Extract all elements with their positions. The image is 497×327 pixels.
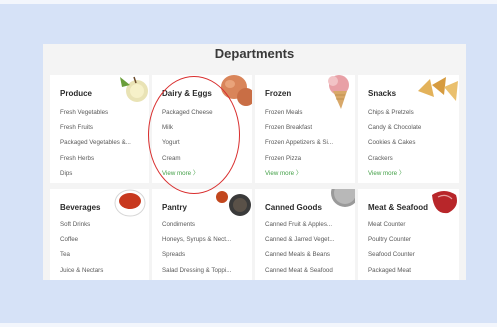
department-title[interactable]: Produce	[60, 89, 92, 98]
list-item[interactable]: Juice & Nectars	[60, 266, 103, 280]
list-item[interactable]: Packaged Vegetables &...	[60, 138, 131, 153]
spice-jar-icon	[216, 191, 251, 216]
view-more-link[interactable]: View more 〉	[368, 169, 421, 183]
department-list: Soft Drinks Coffee Tea Juice & Nectars	[60, 220, 103, 280]
ice-cream-icon	[328, 75, 349, 109]
chips-icon	[418, 77, 458, 101]
list-item[interactable]: Spreads	[162, 250, 231, 265]
tea-cup-icon	[114, 189, 146, 217]
list-item[interactable]: Frozen Breakfast	[265, 123, 333, 138]
department-title[interactable]: Frozen	[265, 89, 291, 98]
list-item[interactable]: Canned Fruit & Apples...	[265, 220, 334, 235]
list-item[interactable]: Candy & Chocolate	[368, 123, 421, 138]
list-item[interactable]: Honeys, Syrups & Nect...	[162, 235, 231, 250]
department-title[interactable]: Canned Goods	[265, 203, 322, 212]
department-card-canned-goods[interactable]: Canned Goods Canned Fruit & Apples... Ca…	[255, 189, 355, 280]
list-item[interactable]: Salad Dressing & Toppi...	[162, 266, 231, 280]
department-title[interactable]: Beverages	[60, 203, 100, 212]
list-item[interactable]: Fresh Vegetables	[60, 108, 131, 123]
department-card-beverages[interactable]: Beverages Soft Drinks Coffee Tea Juice &…	[50, 189, 149, 280]
list-item[interactable]: Tea	[60, 250, 103, 265]
list-item[interactable]: Fresh Herbs	[60, 154, 131, 169]
list-item[interactable]: Seafood Counter	[368, 250, 415, 265]
department-list: Frozen Meals Frozen Breakfast Frozen App…	[265, 108, 333, 183]
department-card-meat-seafood[interactable]: Meat & Seafood Meat Counter Poultry Coun…	[358, 189, 459, 280]
department-card-pantry[interactable]: Pantry Condiments Honeys, Syrups & Nect.…	[152, 189, 252, 280]
list-item[interactable]: Packaged Meat	[368, 266, 415, 280]
list-item[interactable]: Coffee	[60, 235, 103, 250]
can-icon	[331, 189, 355, 207]
department-card-snacks[interactable]: Snacks Chips & Pretzels Candy & Chocolat…	[358, 75, 459, 183]
department-list: Fresh Vegetables Fresh Fruits Packaged V…	[60, 108, 131, 183]
department-title[interactable]: Pantry	[162, 203, 187, 212]
department-list: Condiments Honeys, Syrups & Nect... Spre…	[162, 220, 231, 280]
steak-icon	[432, 191, 457, 214]
department-title[interactable]: Meat & Seafood	[368, 203, 428, 212]
list-item[interactable]: Chips & Pretzels	[368, 108, 421, 123]
department-title[interactable]: Snacks	[368, 89, 396, 98]
departments-panel: Departments Produce Fresh Vegetables Fre…	[43, 44, 466, 280]
apple-icon	[120, 76, 148, 102]
department-list: Meat Counter Poultry Counter Seafood Cou…	[368, 220, 415, 280]
list-item[interactable]: Crackers	[368, 154, 421, 169]
list-item[interactable]: Fresh Fruits	[60, 123, 131, 138]
list-item[interactable]: Frozen Pizza	[265, 154, 333, 169]
list-item[interactable]: Frozen Appetizers & Si...	[265, 138, 333, 153]
list-item[interactable]: Dips	[60, 169, 131, 183]
view-more-link[interactable]: View more 〉	[265, 169, 333, 183]
page-title: Departments	[214, 46, 295, 61]
list-item[interactable]: Meat Counter	[368, 220, 415, 235]
list-item[interactable]: Poultry Counter	[368, 235, 415, 250]
department-list: Canned Fruit & Apples... Canned & Jarred…	[265, 220, 334, 280]
list-item[interactable]: Canned & Jarred Veget...	[265, 235, 334, 250]
bottom-edge	[0, 323, 497, 327]
department-list: Chips & Pretzels Candy & Chocolate Cooki…	[368, 108, 421, 183]
list-item[interactable]: Soft Drinks	[60, 220, 103, 235]
list-item[interactable]: Canned Meat & Seafood	[265, 266, 334, 280]
highlight-circle-annotation	[148, 76, 240, 194]
list-item[interactable]: Cookies & Cakes	[368, 138, 421, 153]
list-item[interactable]: Canned Meals & Beans	[265, 250, 334, 265]
department-card-produce[interactable]: Produce Fresh Vegetables Fresh Fruits Pa…	[50, 75, 149, 183]
department-card-frozen[interactable]: Frozen Frozen Meals Frozen Breakfast Fro…	[255, 75, 355, 183]
top-edge	[0, 0, 497, 4]
